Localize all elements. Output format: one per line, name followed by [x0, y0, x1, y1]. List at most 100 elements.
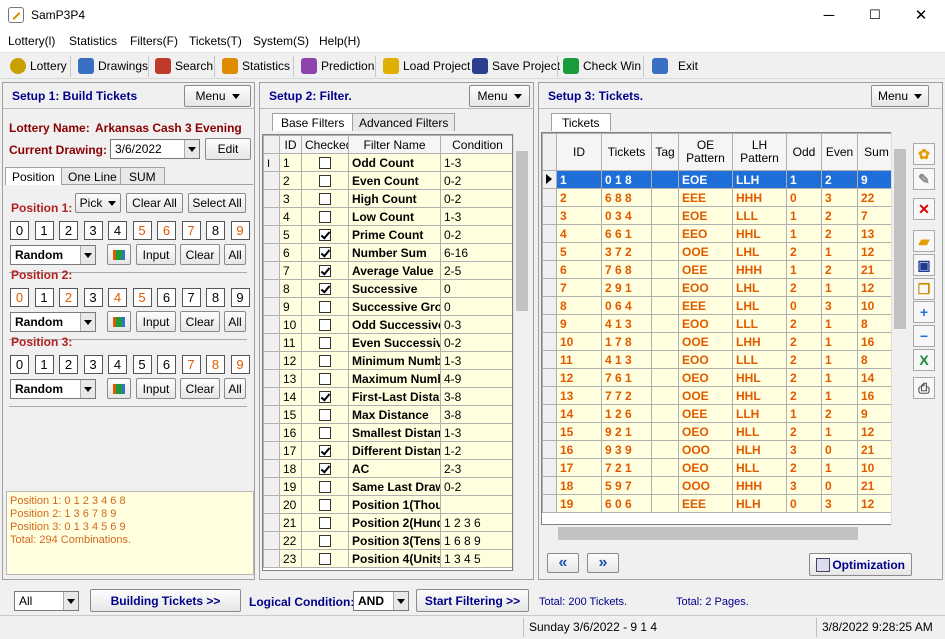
position-1-digit-5[interactable]: 5 [132, 221, 152, 240]
filter-checkbox[interactable] [319, 409, 331, 422]
setup1-menu-button[interactable]: Menu [184, 85, 251, 107]
position-3-mode-select[interactable]: Random [10, 379, 96, 399]
position-2-clear-button[interactable]: Clear [180, 311, 220, 332]
filter-checkbox[interactable] [319, 517, 331, 530]
position-1-digit-8[interactable]: 8 [206, 221, 225, 240]
filter-condition[interactable]: 1-2 [440, 441, 512, 460]
filter-condition[interactable]: 0-2 [440, 171, 512, 190]
tickets-horizontal-scrollbar[interactable] [541, 525, 894, 542]
filter-row[interactable]: 15 Max Distance 3-8 [263, 405, 512, 424]
column-header-id[interactable]: ID [279, 135, 302, 154]
filter-checkbox[interactable] [319, 265, 331, 278]
position-2-digit-1[interactable]: 1 [34, 288, 54, 307]
building-tickets-button[interactable]: Building Tickets >> [90, 589, 241, 612]
filter-condition[interactable]: 1 3 4 5 [440, 549, 512, 568]
paint-icon[interactable]: ✿ [913, 143, 935, 165]
next-page-button[interactable]: » [587, 553, 619, 573]
filter-checkbox[interactable] [319, 445, 331, 458]
toolbar-prediction-button[interactable]: Prediction [301, 58, 374, 74]
ticket-row[interactable]: 13 7 7 2 OOE HHL 2 1 16 [542, 386, 893, 405]
copy-icon[interactable]: ❐ [913, 278, 935, 300]
current-drawing-select[interactable]: 3/6/2022 [110, 139, 200, 159]
position-1-chart-button[interactable] [107, 244, 131, 265]
ticket-row[interactable]: 16 9 3 9 OOO HLH 3 0 21 [542, 440, 893, 459]
ticket-row[interactable]: 10 1 8 EOE LLH 1 2 9 [542, 170, 893, 189]
filter-row[interactable]: 14 First-Last Distan 3-8 [263, 387, 512, 406]
filter-checkbox[interactable] [319, 427, 331, 440]
filter-row[interactable]: 11 Even Successive 0-2 [263, 333, 512, 352]
delete-icon[interactable]: ✕ [913, 198, 935, 220]
toolbar-check-win-button[interactable]: Check Win [563, 58, 641, 74]
ticket-row[interactable]: 12 7 6 1 OEO HHL 2 1 14 [542, 368, 893, 387]
position-2-digit-0[interactable]: 0 [10, 288, 29, 307]
position-2-all-button[interactable]: All [224, 311, 246, 332]
ticket-row[interactable]: 67 6 8 OEE HHH 1 2 21 [542, 260, 893, 279]
ticket-row[interactable]: 15 9 2 1 OEO HLL 2 1 12 [542, 422, 893, 441]
ticket-row[interactable]: 26 8 8 EEE HHH 0 3 22 [542, 188, 893, 207]
position-2-digit-3[interactable]: 3 [83, 288, 103, 307]
position-1-digit-4[interactable]: 4 [108, 221, 127, 240]
filter-condition[interactable]: 0-2 [440, 477, 512, 496]
filter-checkbox[interactable] [319, 247, 331, 260]
ticket-row[interactable]: 72 9 1 EOO LHL 2 1 12 [542, 278, 893, 297]
column-header-tag[interactable]: Tag [651, 133, 679, 171]
filter-condition[interactable] [440, 495, 512, 514]
filter-checkbox[interactable] [319, 535, 331, 548]
print-icon[interactable]: ⎙ [913, 377, 935, 399]
tab-sum[interactable]: SUM [120, 167, 165, 185]
position-1-input-button[interactable]: Input [136, 244, 176, 265]
ticket-row[interactable]: 94 1 3 EOO LLL 2 1 8 [542, 314, 893, 333]
filter-row[interactable]: I 1 Odd Count 1-3 [263, 153, 512, 172]
filter-row[interactable]: 13 Maximum Numbe 4-9 [263, 369, 512, 388]
filter-condition[interactable]: 1-3 [440, 207, 512, 226]
position-3-digit-2[interactable]: 2 [59, 355, 78, 374]
filter-row[interactable]: 8 Successive 0 [263, 279, 512, 298]
menu-system[interactable]: System(S) [253, 34, 309, 48]
column-header-odd[interactable]: Odd [786, 133, 822, 171]
column-header-even[interactable]: Even [821, 133, 858, 171]
filter-checkbox[interactable] [319, 229, 331, 242]
menu-tickets[interactable]: Tickets(T) [189, 34, 242, 48]
folder-icon[interactable]: ▰ [913, 230, 935, 252]
position-3-input-button[interactable]: Input [136, 378, 176, 399]
filter-condition[interactable]: 2-5 [440, 261, 512, 280]
filter-row[interactable]: 23 Position 4(Units 1 3 4 5 [263, 549, 512, 568]
filter-row[interactable]: 12 Minimum Numbe 1-3 [263, 351, 512, 370]
filter-checkbox[interactable] [319, 463, 331, 476]
start-filtering-button[interactable]: Start Filtering >> [416, 589, 529, 612]
tickets-vertical-scrollbar[interactable] [891, 132, 908, 525]
filter-condition[interactable]: 0-2 [440, 333, 512, 352]
filter-condition[interactable]: 1 6 8 9 [440, 531, 512, 550]
filter-row[interactable]: 21 Position 2(Hund 1 2 3 6 [263, 513, 512, 532]
filter-row[interactable]: 2 Even Count 0-2 [263, 171, 512, 190]
column-header-lh-pattern[interactable]: LH Pattern [732, 133, 787, 171]
filter-row[interactable]: 5 Prime Count 0-2 [263, 225, 512, 244]
filter-condition[interactable]: 3-8 [440, 387, 512, 406]
ticket-row[interactable]: 19 6 0 6 EEE HLH 0 3 12 [542, 494, 893, 513]
filter-row[interactable]: 9 Successive Grou 0 [263, 297, 512, 316]
position-1-digit-9[interactable]: 9 [230, 221, 250, 240]
filter-row[interactable]: 17 Different Distan 1-2 [263, 441, 512, 460]
optimization-button[interactable]: Optimization [809, 553, 912, 576]
minus-icon[interactable]: − [913, 325, 935, 347]
filter-condition[interactable]: 1-3 [440, 423, 512, 442]
filter-row[interactable]: 10 Odd Successive 0-3 [263, 315, 512, 334]
tab-one-line[interactable]: One Line [59, 167, 126, 185]
ticket-row[interactable]: 14 1 2 6 OEE LLH 1 2 9 [542, 404, 893, 423]
logical-condition-select[interactable]: AND [353, 591, 409, 611]
setup3-menu-button[interactable]: Menu [871, 85, 929, 107]
menu-statistics[interactable]: Statistics [69, 34, 117, 48]
ticket-row[interactable]: 46 6 1 EEO HHL 1 2 13 [542, 224, 893, 243]
filter-condition[interactable]: 0-2 [440, 189, 512, 208]
maximize-button[interactable]: ☐ [852, 0, 898, 30]
filter-row[interactable]: 16 Smallest Distanc 1-3 [263, 423, 512, 442]
ticket-row[interactable]: 10 1 7 8 OOE LHH 2 1 16 [542, 332, 893, 351]
filter-condition[interactable]: 1-3 [440, 153, 512, 172]
position-3-digit-6[interactable]: 6 [157, 355, 176, 374]
filter-checkbox[interactable] [319, 301, 331, 314]
filter-checkbox[interactable] [319, 157, 331, 170]
toolbar-drawings-button[interactable]: Drawings [78, 58, 148, 74]
filter-checkbox[interactable] [319, 175, 331, 188]
filter-row[interactable]: 4 Low Count 1-3 [263, 207, 512, 226]
filter-row[interactable]: 18 AC 2-3 [263, 459, 512, 478]
